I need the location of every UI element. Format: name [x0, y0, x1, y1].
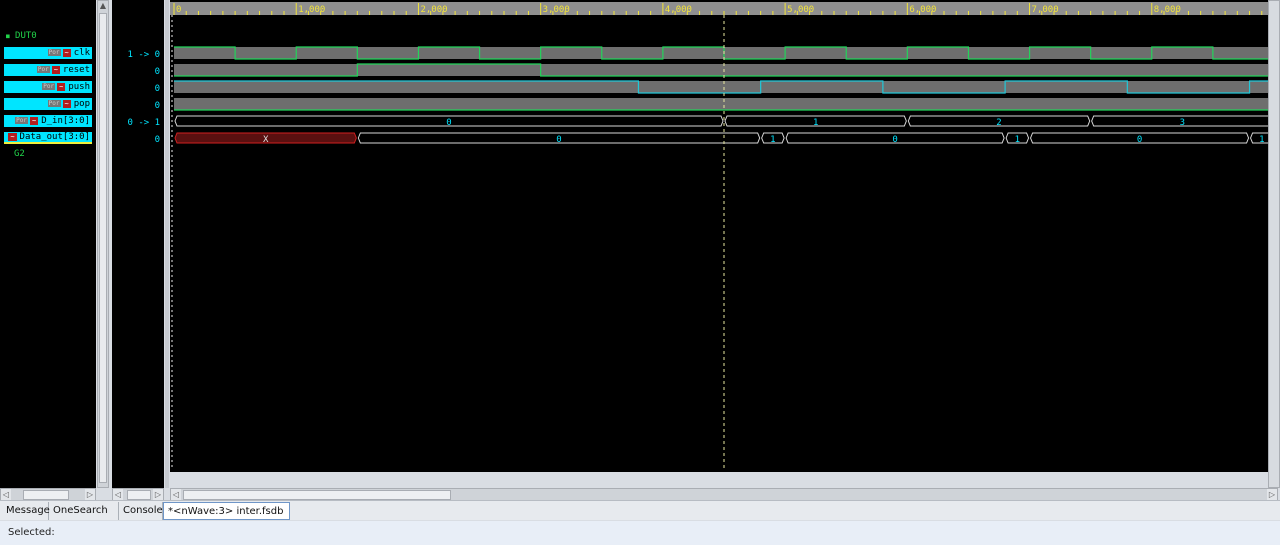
- value-clk: 1 -> 0: [127, 50, 160, 60]
- signal-row-pop[interactable]: Por ~ pop: [4, 97, 92, 110]
- data-out-bus-label: 1: [1015, 135, 1020, 145]
- signal-row-clk[interactable]: Por ~ clk: [4, 46, 92, 59]
- ruler-label: 0: [176, 5, 181, 15]
- signal-mini-tag: Por: [36, 66, 50, 73]
- signal-tag-clk[interactable]: Por ~ clk: [4, 46, 92, 59]
- signal-name-data-out: Data_out[3:0]: [19, 131, 90, 142]
- value-data-out: 0: [154, 135, 160, 145]
- signal-pane-hscroll-thumb[interactable]: [23, 490, 69, 500]
- data-out-bus-label: 1: [1259, 135, 1264, 145]
- d-in-bus-label: 1: [813, 118, 818, 128]
- scroll-up-icon[interactable]: ▲: [98, 1, 108, 13]
- tab-console[interactable]: Console: [119, 502, 163, 520]
- ruler-label: 7,000: [1032, 5, 1059, 15]
- signal-mini-tag: Por: [15, 117, 28, 124]
- signal-pane-vscrollbar[interactable]: ▲: [97, 0, 109, 488]
- bottom-tab-bar: Message OneSearch ✕ Console *<nWave:3> i…: [0, 500, 1280, 535]
- signal-marker-icon: ~: [8, 132, 17, 141]
- ruler-label: 8,000: [1154, 5, 1181, 15]
- signal-pane-vscroll-thumb[interactable]: [99, 13, 107, 483]
- tab-onesearch-label: OneSearch: [53, 505, 108, 516]
- signal-tag-d-in[interactable]: Por ~ D_in[3:0]: [4, 114, 92, 127]
- value-d-in: 0 -> 1: [127, 118, 160, 128]
- data-out-bus-label: X: [263, 135, 269, 145]
- waveform-hscroll-thumb[interactable]: [183, 490, 451, 500]
- tab-onesearch[interactable]: OneSearch ✕: [49, 502, 119, 534]
- signal-row-data-out[interactable]: ~ Data_out[3:0]: [4, 131, 92, 144]
- ruler-label: 5,000: [787, 5, 814, 15]
- ruler-label: 1,000: [298, 5, 325, 15]
- signal-mini-tag: Por: [42, 83, 56, 90]
- group-expand-icon[interactable]: ■: [6, 33, 10, 40]
- signal-row-push[interactable]: Por ~ push: [4, 80, 92, 93]
- data-out-bus-label: 0: [556, 135, 561, 145]
- waveform-vscrollbar[interactable]: [1268, 0, 1280, 488]
- d-in-bus-label: 2: [996, 118, 1001, 128]
- signal-marker-icon: ~: [51, 65, 60, 74]
- signal-tag-data-out[interactable]: ~ Data_out[3:0]: [4, 131, 92, 144]
- signal-marker-icon: ~: [57, 82, 66, 91]
- value-pop: 0: [154, 101, 160, 111]
- d-in-bus-label: 0: [446, 118, 451, 128]
- pane-divider[interactable]: [165, 0, 169, 488]
- tab-nwave-label: *<nWave:3> inter.fsdb: [168, 506, 284, 517]
- status-bar: Selected:: [0, 521, 1280, 545]
- waveform-canvas[interactable]: 0 1,000 2,000 3,000 4,000 5,000 6,000 7,000 8,00…: [170, 0, 1280, 487]
- tab-nwave[interactable]: *<nWave:3> inter.fsdb ✕: [163, 502, 290, 535]
- signal-marker-icon: ~: [30, 116, 39, 125]
- signal-mini-tag: Por: [47, 49, 61, 56]
- signal-mini-tag: Por: [47, 100, 61, 107]
- group-dut0-name: DUT0: [15, 31, 37, 41]
- value-reset: 0: [154, 67, 160, 77]
- data-out-bus-label: 1: [770, 135, 775, 145]
- data-out-bus-label: 0: [1137, 135, 1142, 145]
- tab-message-label: Message: [6, 505, 50, 516]
- signal-name-push: push: [68, 81, 90, 92]
- group-dut0-label[interactable]: ■ DUT0: [6, 31, 37, 41]
- value-push: 0: [154, 84, 160, 94]
- ruler-label: 4,000: [665, 5, 692, 15]
- value-pane[interactable]: 1 -> 0 0 0 0 0 -> 1 0: [112, 0, 164, 488]
- signal-name-pop: pop: [73, 98, 90, 109]
- signal-tag-reset[interactable]: Por ~ reset: [4, 63, 92, 76]
- value-pane-hscroll-thumb[interactable]: [127, 490, 151, 500]
- d-in-bus-label: 3: [1180, 118, 1185, 128]
- waveform-pane[interactable]: 0 1,000 2,000 3,000 4,000 5,000 6,000 7,000 8,00…: [170, 0, 1280, 487]
- signal-tag-push[interactable]: Por ~ push: [4, 80, 92, 93]
- signal-row-d-in[interactable]: Por ~ D_in[3:0]: [4, 114, 92, 127]
- group-g2-label[interactable]: G2: [14, 149, 25, 159]
- status-text: Selected:: [8, 527, 55, 538]
- signal-marker-icon: ~: [62, 99, 71, 108]
- group-g2-name: G2: [14, 149, 25, 159]
- signal-name-pane[interactable]: ■ DUT0 Por ~ clk Por ~ reset Por ~ push …: [0, 0, 96, 488]
- data-out-bus-label: 0: [892, 135, 897, 145]
- tab-console-label: Console: [123, 505, 163, 516]
- signal-name-clk: clk: [73, 47, 90, 58]
- tab-message[interactable]: Message: [2, 502, 50, 520]
- signal-row-reset[interactable]: Por ~ reset: [4, 63, 92, 76]
- ruler-label: 6,000: [909, 5, 936, 15]
- ruler-label: 3,000: [543, 5, 570, 15]
- signal-name-d-in: D_in[3:0]: [41, 115, 90, 126]
- signal-name-reset: reset: [62, 64, 90, 75]
- signal-marker-icon: ~: [62, 48, 71, 57]
- signal-tag-pop[interactable]: Por ~ pop: [4, 97, 92, 110]
- ruler-label: 2,000: [420, 5, 447, 15]
